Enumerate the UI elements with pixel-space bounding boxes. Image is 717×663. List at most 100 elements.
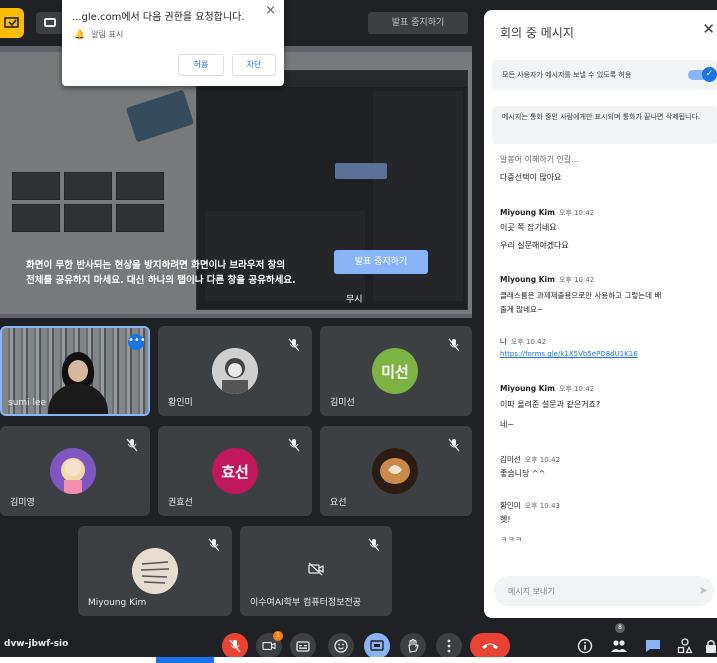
- presentation-view: 화면이 무한 반사되는 현상을 방지하려면 화면이나 브라우저 창의 전체를 공…: [0, 46, 472, 318]
- ignore-button[interactable]: 무시: [346, 292, 363, 305]
- chat-notice: 메시지는 통화 중인 사람에게만 표시되며 통화가 끝나면 삭제됩니다.: [492, 106, 717, 144]
- participant-name: sumi lee: [8, 398, 47, 408]
- participant-tile-self[interactable]: ••• sumi lee: [0, 326, 150, 416]
- chat-title: 회의 중 메시지: [500, 26, 574, 40]
- participant-tile[interactable]: Miyoung Kim: [78, 526, 232, 616]
- message-time: 오후 10:42: [558, 385, 595, 393]
- leave-call-button[interactable]: [470, 633, 510, 659]
- participant-tile[interactable]: 황인미: [158, 326, 312, 416]
- chat-message-input[interactable]: 메시지 보내기 ➤: [494, 576, 714, 606]
- message-text: 헷!: [500, 515, 511, 524]
- chat-panel: 회의 중 메시지 ✕ 모든 사용자가 메시지를 보낼 수 있도록 허용 ✓ 메시…: [484, 10, 717, 618]
- mic-off-icon: [448, 338, 460, 352]
- mic-off-icon: [368, 538, 380, 552]
- message-text: ㅋㅋㅋ: [500, 535, 523, 544]
- meeting-code: dvw-jbwf-sio: [4, 639, 69, 649]
- lock-icon: [706, 640, 716, 653]
- notification-badge: 1: [273, 631, 283, 641]
- allow-messages-setting: 모든 사용자가 메시지를 보낼 수 있도록 허용 ✓: [492, 60, 717, 90]
- participant-name: Miyoung Kim: [88, 598, 147, 608]
- message-header: 황인미 오후 10:43: [500, 500, 560, 511]
- participant-tile[interactable]: 김미영: [0, 426, 150, 516]
- message-text: 이따 올려준 설문과 같은거죠?: [500, 400, 601, 409]
- emoji-icon: [334, 639, 348, 653]
- mic-off-button[interactable]: [222, 633, 248, 659]
- message-time: 오후 10:43: [524, 502, 560, 510]
- allow-button[interactable]: 허용: [178, 54, 224, 76]
- form-link[interactable]: https://forms.gle/k1X5Vb5ePD8dU1K16: [500, 350, 638, 358]
- raise-hand-button[interactable]: [400, 633, 426, 659]
- more-options-icon[interactable]: •••: [128, 334, 146, 350]
- chat-icon: [646, 640, 660, 652]
- mic-off-icon: [229, 639, 241, 653]
- camera-off-button[interactable]: 1: [256, 631, 283, 659]
- send-icon[interactable]: ➤: [699, 584, 708, 597]
- mic-off-icon: [448, 438, 460, 452]
- message-header: Miyoung Kim 오후 10:42: [500, 275, 594, 285]
- message-sender: 황인미: [500, 501, 521, 510]
- message-time: 오후 10:42: [558, 276, 595, 284]
- camera-off-icon: [262, 642, 276, 650]
- avatar: [50, 448, 96, 494]
- present-button[interactable]: [364, 633, 390, 659]
- message-sender: 김미선: [500, 455, 521, 464]
- meeting-details-button[interactable]: [576, 637, 594, 655]
- more-options-button[interactable]: [436, 633, 462, 659]
- activities-icon: [677, 638, 693, 654]
- message-text: 우리 실문해야겠다요: [500, 241, 569, 250]
- hang-up-icon: [482, 643, 498, 649]
- message-text: 이곳 쪽 잡기네요: [500, 223, 557, 232]
- participant-tile[interactable]: 효선 권효선: [158, 426, 312, 516]
- message-text: 다중선택이 많아요: [500, 173, 562, 182]
- emoji-button[interactable]: [328, 633, 354, 659]
- stop-presenting-top-button[interactable]: 발표 중지하기: [368, 12, 468, 34]
- people-icon: [611, 640, 627, 652]
- avatar: [212, 348, 258, 394]
- chat-button[interactable]: [644, 637, 662, 655]
- screen-share-icon[interactable]: [36, 12, 64, 34]
- participant-name: 김미영: [10, 498, 35, 508]
- participant-name: 이수여AI학부 컴퓨터정보전공: [250, 598, 362, 608]
- lock-button[interactable]: [702, 637, 717, 655]
- avatar: [372, 448, 418, 494]
- bell-icon: 🔔: [74, 29, 86, 40]
- chat-input-placeholder: 메시지 보내기: [508, 587, 555, 596]
- people-button[interactable]: 8: [610, 623, 628, 655]
- check-icon[interactable]: ✓: [702, 67, 717, 82]
- bottom-notification-strip: [0, 657, 717, 663]
- message-header: 김미선 오후 10:42: [500, 454, 560, 465]
- participant-tile[interactable]: 미선 김미선: [320, 326, 472, 416]
- present-icon: [370, 640, 384, 651]
- mic-off-icon: [126, 438, 138, 452]
- close-icon[interactable]: ✕: [702, 20, 715, 38]
- message-sender: Miyoung Kim: [500, 208, 555, 217]
- activities-button[interactable]: [676, 637, 694, 655]
- stop-presenting-button[interactable]: 발표 중지하기: [334, 250, 428, 274]
- message-time: 오후 10:42: [558, 209, 595, 217]
- participant-name: 요선: [330, 498, 347, 508]
- present-indicator-icon[interactable]: [0, 8, 24, 38]
- more-vert-icon: [447, 639, 451, 653]
- block-button[interactable]: 차단: [232, 54, 276, 76]
- permission-item-label: 알림 표시: [91, 30, 124, 39]
- message-sender: Miyoung Kim: [500, 275, 555, 284]
- message-header: Miyoung Kim 오후 10:42: [500, 384, 594, 394]
- permission-popup: ...gle.com에서 다음 권한을 요청합니다. × 🔔 알림 표시 허용 …: [62, 0, 284, 86]
- close-icon[interactable]: ×: [265, 3, 276, 18]
- mirror-warning: 화면이 무한 반사되는 현상을 방지하려면 화면이나 브라우저 창의 전체를 공…: [26, 260, 296, 286]
- allow-messages-label: 모든 사용자가 메시지를 보낼 수 있도록 허용: [502, 71, 632, 79]
- permission-title: ...gle.com에서 다음 권한을 요청합니다.: [72, 12, 245, 23]
- message-text: 알봉어 이해하기 인갈...: [500, 155, 579, 164]
- message-text: 좋습니당 ^^: [500, 469, 546, 478]
- avatar: 효선: [212, 448, 258, 494]
- message-header: Miyoung Kim 오후 10:42: [500, 208, 594, 218]
- message-sender: 나: [500, 337, 507, 346]
- participant-tile[interactable]: 이수여AI학부 컴퓨터정보전공: [240, 526, 392, 616]
- participant-tile[interactable]: 요선: [320, 426, 472, 516]
- captions-button[interactable]: [290, 633, 316, 659]
- mic-off-icon: [208, 538, 220, 552]
- message-header: 나 오후 10:42: [500, 336, 546, 347]
- participant-name: 황인미: [168, 398, 193, 408]
- message-text: 클래스룸은 과제제출용으로만 사용하고 그렇는데 배: [500, 291, 662, 300]
- message-sender: Miyoung Kim: [500, 384, 555, 393]
